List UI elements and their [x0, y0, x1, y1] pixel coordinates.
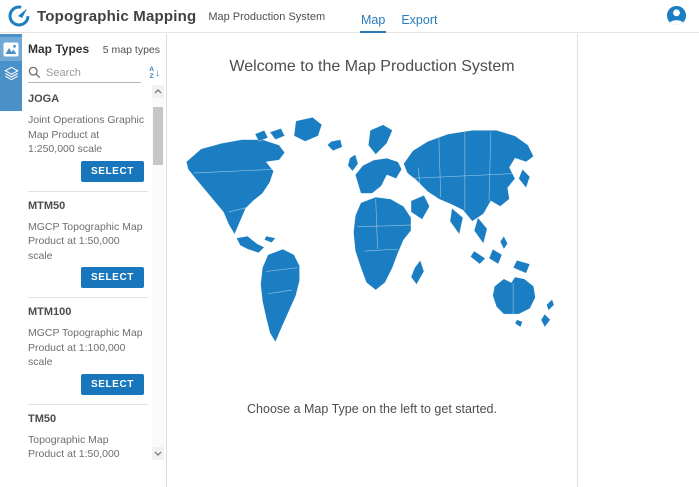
map-type-list: JOGA Joint Operations Graphic Map Produc…	[22, 85, 152, 460]
list-item-mtm50: MTM50 MGCP Topographic Map Product at 1:…	[22, 192, 152, 298]
tool-rail-blue-block	[0, 34, 22, 111]
map-type-name: MTM100	[28, 306, 146, 318]
app-subtitle: Map Production System	[208, 9, 325, 23]
layers-tool-button[interactable]	[0, 61, 22, 85]
scrollbar-thumb[interactable]	[153, 107, 163, 165]
map-type-name: JOGA	[28, 93, 146, 105]
map-image-icon	[3, 42, 19, 57]
list-item-mtm100: MTM100 MGCP Topographic Map Product at 1…	[22, 298, 152, 404]
sort-arrow-icon: ↓	[155, 69, 160, 79]
sort-az-button[interactable]: AZ ↓	[149, 67, 162, 81]
panel-title: Map Types	[28, 42, 89, 56]
world-map-image	[176, 108, 568, 368]
app-header: Topographic Mapping Map Production Syste…	[0, 0, 699, 33]
app-window: Topographic Mapping Map Production Syste…	[0, 0, 699, 487]
app-title: Topographic Mapping	[37, 8, 196, 25]
map-type-name: TM50	[28, 413, 146, 425]
map-type-description: Joint Operations Graphic Map Product at …	[28, 113, 146, 157]
list-item-tm50: TM50 Topographic Map Product at 1:50,000…	[22, 405, 152, 461]
select-button-mtm50[interactable]: SELECT	[81, 267, 144, 288]
map-types-header: Map Types 5 map types	[22, 34, 166, 56]
layers-icon	[3, 65, 20, 82]
chevron-up-icon	[154, 89, 162, 94]
welcome-heading: Welcome to the Map Production System	[229, 58, 514, 76]
chevron-down-icon	[154, 451, 162, 456]
user-account-icon[interactable]	[666, 5, 687, 26]
map-type-description: MGCP Topographic Map Product at 1:50,000…	[28, 220, 146, 264]
select-button-mtm100[interactable]: SELECT	[81, 374, 144, 395]
scroll-down-button[interactable]	[152, 447, 164, 460]
main-panel: Welcome to the Map Production System	[167, 34, 578, 487]
tab-export[interactable]: Export	[400, 0, 438, 33]
tool-rail	[0, 34, 22, 487]
main-tabs: Map Export	[360, 0, 438, 33]
map-products-tool-button[interactable]	[0, 37, 22, 61]
map-type-description: MGCP Topographic Map Product at 1:100,00…	[28, 326, 146, 370]
list-item-joga: JOGA Joint Operations Graphic Map Produc…	[22, 85, 152, 191]
map-type-name: MTM50	[28, 200, 146, 212]
search-input[interactable]	[46, 67, 126, 79]
search-icon	[28, 66, 41, 79]
app-logo-icon	[8, 5, 30, 27]
search-field-wrap	[28, 66, 141, 83]
map-types-panel: Map Types 5 map types AZ ↓ JOGA Joi	[22, 34, 167, 487]
scroll-up-button[interactable]	[152, 85, 164, 98]
search-row: AZ ↓	[28, 66, 162, 83]
select-button-joga[interactable]: SELECT	[81, 161, 144, 182]
map-type-description: Topographic Map Product at 1:50,000 scal…	[28, 433, 146, 461]
sidebar-scrollbar[interactable]	[152, 85, 164, 460]
tab-map[interactable]: Map	[360, 0, 386, 33]
sort-letters: AZ	[149, 67, 154, 79]
map-type-count: 5 map types	[103, 44, 160, 56]
instruction-text: Choose a Map Type on the left to get sta…	[247, 402, 497, 416]
